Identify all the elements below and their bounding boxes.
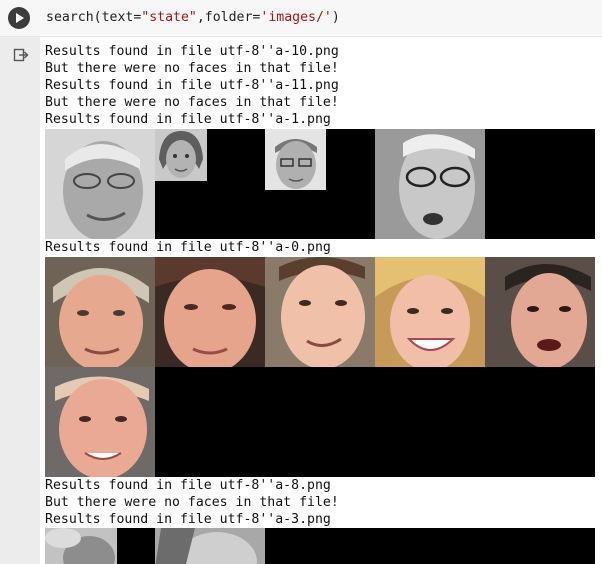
output-line: Results found in file utf-8''a-10.png: [45, 44, 339, 59]
face-thumbnail: [265, 129, 326, 190]
output-line: Results found in file utf-8''a-0.png: [45, 240, 331, 255]
code-close: ): [331, 10, 340, 25]
output-line: Results found in file utf-8''a-11.png: [45, 78, 339, 93]
output-line: But there were no faces in that file!: [45, 495, 339, 510]
output-gutter: [0, 37, 40, 564]
output-line: Results found in file utf-8''a-1.png: [45, 112, 331, 127]
face-thumbnail: [375, 129, 485, 239]
output-line: But there were no faces in that file!: [45, 61, 339, 76]
face-thumbnail: [375, 257, 485, 367]
output-icon[interactable]: [13, 47, 29, 63]
output-line: Results found in file utf-8''a-8.png: [45, 478, 331, 493]
cell-output: Results found in file utf-8''a-10.png Bu…: [45, 37, 602, 564]
face-results-image: [45, 129, 595, 239]
face-thumbnail: [485, 257, 595, 367]
play-icon: [16, 13, 24, 23]
face-thumbnail: [155, 257, 265, 367]
code-line[interactable]: search(text="state",folder='images/'): [46, 9, 340, 27]
code-sep: ,folder=: [196, 10, 261, 25]
face-thumbnail: [45, 257, 155, 367]
run-cell-button[interactable]: [8, 7, 30, 29]
code-arg-folder: 'images/': [260, 10, 332, 25]
face-results-image: [45, 528, 595, 564]
face-thumbnail: [265, 257, 375, 367]
output-line: But there were no faces in that file!: [45, 95, 339, 110]
face-thumbnail: [155, 528, 265, 564]
code-arg-text: "state": [141, 10, 197, 25]
face-results-image: [45, 257, 595, 477]
face-thumbnail: [45, 528, 117, 564]
code-cell-input[interactable]: search(text="state",folder='images/'): [0, 0, 602, 37]
face-thumbnail: [155, 129, 207, 181]
output-line: Results found in file utf-8''a-3.png: [45, 512, 331, 527]
code-function: search(text=: [46, 10, 142, 25]
face-thumbnail: [45, 367, 155, 477]
face-thumbnail: [45, 129, 155, 239]
